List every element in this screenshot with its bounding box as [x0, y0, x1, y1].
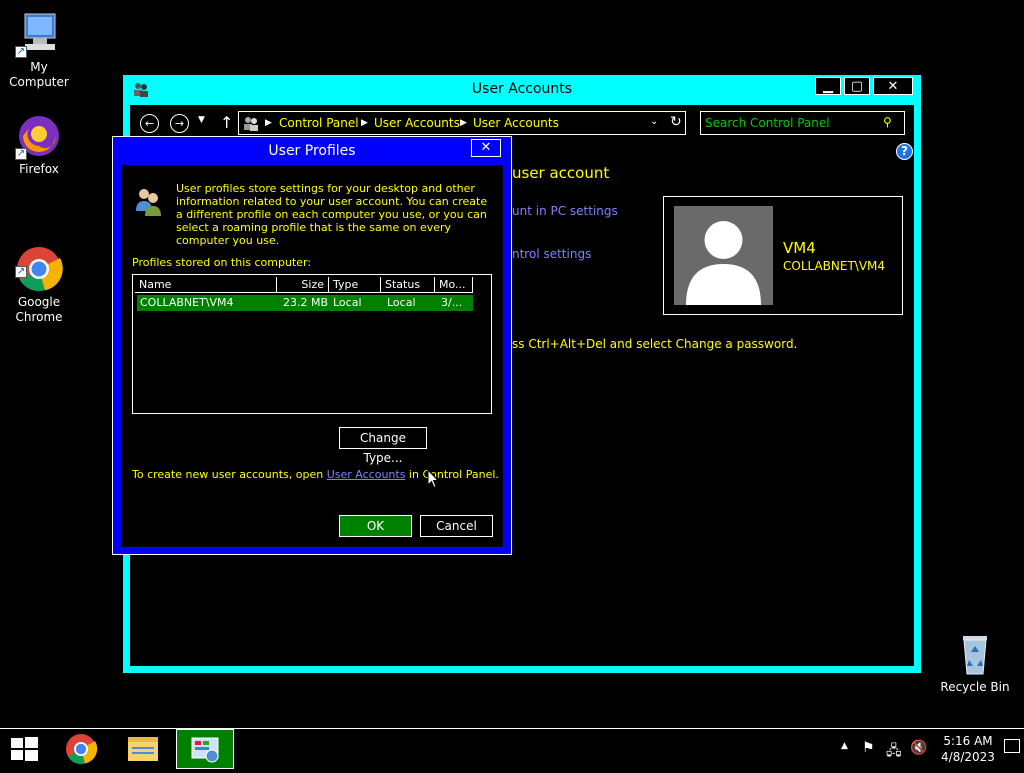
- change-account-pc-settings-link[interactable]: unt in PC settings: [512, 204, 618, 218]
- desktop-icon-label: My Computer: [9, 60, 69, 89]
- table-row[interactable]: COLLABNET\VM4 23.2 MB Local Local 3/...: [137, 295, 473, 311]
- desktop-icon-firefox[interactable]: ↗ Firefox: [1, 112, 77, 177]
- recent-pages-chevron-icon[interactable]: ▼: [198, 115, 205, 125]
- computer-icon: ↗: [15, 10, 63, 58]
- make-changes-heading: user account: [512, 164, 610, 182]
- change-type-button[interactable]: Change Type...: [339, 427, 427, 465]
- folder-icon: [128, 737, 158, 761]
- profiles-list-label: Profiles stored on this computer:: [132, 256, 312, 269]
- cell-size: 23.2 MB: [283, 296, 329, 309]
- maximize-button[interactable]: ▢: [844, 77, 870, 95]
- cell-modified: 3/...: [441, 296, 463, 309]
- breadcrumb-separator-icon: ▶: [361, 118, 368, 128]
- window-title-bar[interactable]: User Accounts ▁ ▢ ✕: [123, 75, 921, 105]
- up-arrow-icon[interactable]: ↑: [220, 113, 233, 132]
- desktop-icon-label: Google Chrome: [15, 295, 63, 324]
- desktop-icon-chrome[interactable]: ↗ Google Chrome: [1, 215, 77, 340]
- user-accounts-link[interactable]: User Accounts: [327, 468, 406, 481]
- change-uac-settings-link[interactable]: ntrol settings: [512, 247, 591, 261]
- ok-button[interactable]: OK: [339, 515, 412, 537]
- footer-suffix: in Control Panel.: [405, 468, 499, 481]
- breadcrumb-user-accounts[interactable]: User Accounts: [374, 116, 460, 130]
- breadcrumb-separator-icon: ▶: [265, 118, 272, 128]
- taskbar-chrome-button[interactable]: [52, 729, 110, 769]
- desktop-icon-my-computer[interactable]: ↗ My Computer: [1, 10, 77, 90]
- users-icon: [243, 115, 259, 131]
- search-input[interactable]: [705, 114, 875, 132]
- back-icon[interactable]: ←: [140, 114, 159, 133]
- dialog-close-button[interactable]: ✕: [471, 139, 501, 157]
- column-header-name[interactable]: Name: [135, 277, 277, 293]
- close-button[interactable]: ✕: [873, 77, 913, 95]
- taskbar-control-panel-button[interactable]: [176, 729, 234, 769]
- clock-date: 4/8/2023: [941, 750, 995, 764]
- cell-type: Local: [333, 296, 362, 309]
- taskbar-file-explorer-button[interactable]: [114, 729, 172, 769]
- column-header-status[interactable]: Status: [381, 277, 435, 293]
- start-button[interactable]: [0, 729, 48, 769]
- volume-muted-icon[interactable]: 🔇: [910, 740, 927, 756]
- taskbar: ▲ ⚑ 🖧 🔇 5:16 AM 4/8/2023: [0, 728, 1024, 769]
- chrome-icon: ↗: [15, 230, 63, 292]
- refresh-icon[interactable]: ↻: [670, 114, 682, 130]
- minimize-button[interactable]: ▁: [815, 77, 841, 95]
- account-card: VM4 COLLABNET\VM4: [663, 196, 903, 315]
- show-hidden-icons-chevron-icon[interactable]: ▲: [841, 741, 848, 751]
- window-title: User Accounts: [471, 81, 573, 97]
- search-box[interactable]: ⚲: [700, 111, 905, 135]
- forward-icon[interactable]: →: [170, 114, 189, 133]
- desktop-icon-recycle-bin[interactable]: Recycle Bin: [937, 630, 1013, 695]
- desktop-icon-label: Firefox: [19, 162, 59, 176]
- column-header-size[interactable]: Size: [277, 277, 329, 293]
- footer-prefix: To create new user accounts, open: [132, 468, 327, 481]
- dialog-body: User profiles store settings for your de…: [121, 165, 503, 547]
- breadcrumb-control-panel[interactable]: Control Panel: [279, 116, 359, 130]
- password-hint-text: ss Ctrl+Alt+Del and select Change a pass…: [512, 337, 798, 351]
- cell-status: Local: [387, 296, 416, 309]
- firefox-icon: ↗: [15, 112, 63, 160]
- windows-logo-icon: [11, 737, 38, 761]
- help-icon[interactable]: ?: [896, 143, 913, 160]
- shortcut-arrow-icon: ↗: [15, 148, 27, 160]
- recycle-bin-icon: [951, 630, 999, 678]
- dialog-description: User profiles store settings for your de…: [176, 182, 488, 247]
- address-dropdown-icon[interactable]: ⌄: [650, 116, 658, 127]
- profiles-list[interactable]: Name Size Type Status Mo... COLLABNET\VM…: [132, 274, 492, 414]
- account-name: VM4: [783, 239, 816, 257]
- control-panel-icon: [191, 737, 219, 763]
- user-avatar-icon: [674, 206, 773, 305]
- shortcut-arrow-icon: ↗: [15, 46, 27, 58]
- account-domain: COLLABNET\VM4: [783, 259, 886, 273]
- desktop-icon-label: Recycle Bin: [940, 680, 1010, 694]
- system-clock[interactable]: 5:16 AM 4/8/2023: [936, 733, 1000, 765]
- shortcut-arrow-icon: ↗: [15, 266, 27, 278]
- column-header-type[interactable]: Type: [329, 277, 381, 293]
- network-icon[interactable]: 🖧: [886, 740, 902, 764]
- cell-name: COLLABNET\VM4: [140, 296, 234, 309]
- user-profiles-dialog: User Profiles ✕ User profiles store sett…: [112, 136, 512, 555]
- address-bar[interactable]: ▶ Control Panel ▶ User Accounts ▶ User A…: [238, 111, 686, 135]
- dialog-title[interactable]: User Profiles: [113, 137, 511, 165]
- user-profiles-icon: [133, 185, 165, 217]
- dialog-footer-text: To create new user accounts, open User A…: [132, 468, 499, 481]
- show-desktop-icon[interactable]: [1004, 739, 1020, 753]
- search-icon[interactable]: ⚲: [883, 115, 892, 129]
- mouse-cursor-icon: [427, 468, 440, 489]
- cancel-button[interactable]: Cancel: [420, 515, 493, 537]
- column-header-modified[interactable]: Mo...: [435, 277, 473, 293]
- action-center-flag-icon[interactable]: ⚑: [862, 740, 875, 756]
- clock-time: 5:16 AM: [943, 734, 993, 748]
- breadcrumb-separator-icon: ▶: [460, 118, 467, 128]
- breadcrumb-user-accounts-current[interactable]: User Accounts: [473, 116, 559, 130]
- chrome-icon: [66, 734, 98, 765]
